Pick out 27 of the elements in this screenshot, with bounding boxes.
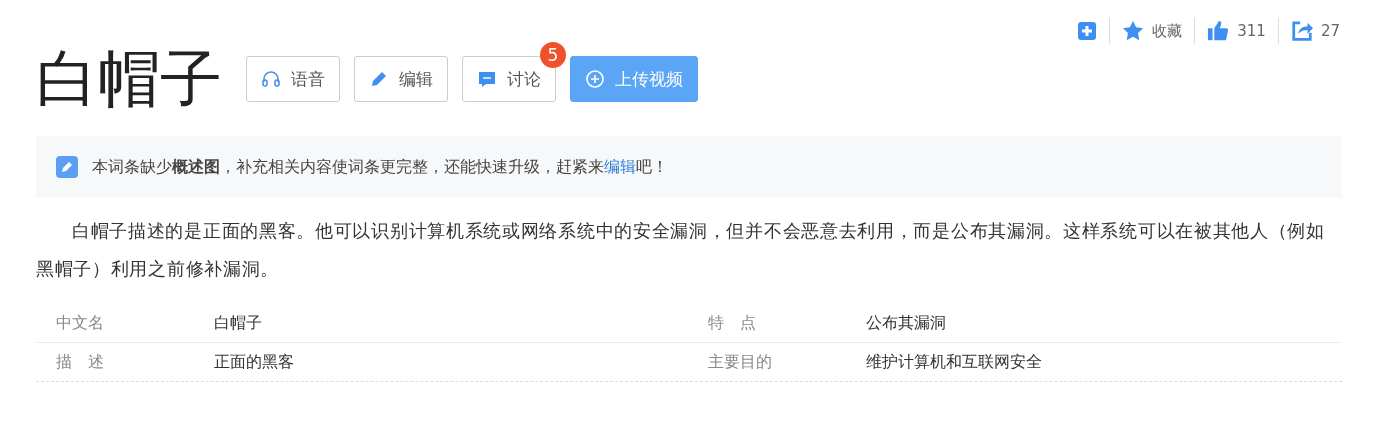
pencil-icon (369, 69, 389, 89)
entry-title: 白帽子 (36, 48, 222, 110)
voice-button[interactable]: 语音 (246, 56, 340, 102)
edit-button[interactable]: 编辑 (354, 56, 448, 102)
thumbs-up-icon (1207, 20, 1230, 42)
field-value: 公布其漏洞 (866, 312, 947, 334)
star-icon (1122, 20, 1145, 42)
plus-icon (1077, 21, 1098, 41)
field-name: 主要目的 (708, 351, 773, 373)
field-name: 描 述 (56, 351, 105, 373)
favorite-button[interactable]: 收藏 (1120, 20, 1185, 42)
pencil-icon (56, 156, 78, 178)
edit-link[interactable]: 编辑 (604, 156, 636, 176)
share-icon (1290, 20, 1313, 42)
summary-paragraph: 白帽子描述的是正面的黑客。他可以识别计算机系统或网络系统中的安全漏洞，但并不会恶意去利用，而是公布其漏洞。这样系统可以在被其他人（例如黑帽子）利用之前修补漏洞。 (36, 219, 1326, 281)
like-button[interactable]: 311 (1205, 20, 1268, 42)
headphones-icon (261, 69, 281, 89)
plus-circle-icon (585, 69, 605, 89)
notice-text: 本词条缺少概述图，补充相关内容使词条更完整，还能快速升级，赶紧来编辑吧！ (92, 156, 668, 178)
share-button[interactable]: 27 (1288, 20, 1342, 42)
field-value: 维护计算机和互联网安全 (866, 351, 1043, 373)
field-name: 中文名 (56, 312, 105, 334)
chat-icon (477, 69, 497, 89)
field-value: 白帽子 (214, 312, 263, 334)
count-badge: 5 (540, 42, 566, 68)
field-value: 正面的黑客 (214, 351, 295, 373)
field-name: 特 点 (708, 312, 757, 334)
